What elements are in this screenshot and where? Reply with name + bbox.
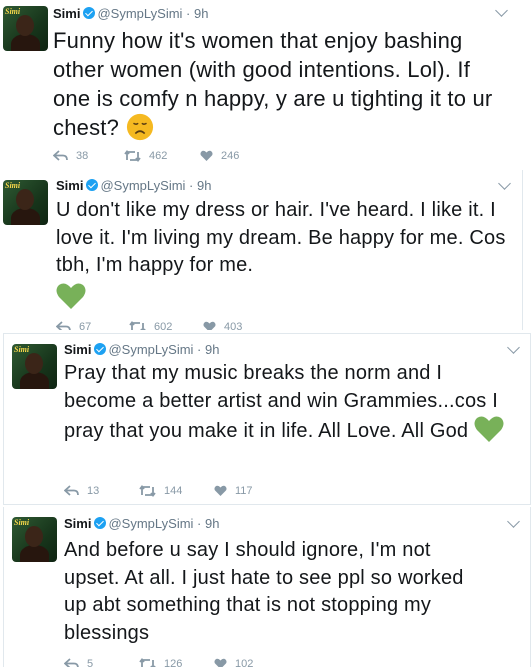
retweet-icon xyxy=(139,658,156,667)
chevron-down-icon[interactable] xyxy=(507,515,520,528)
like-count: 403 xyxy=(224,321,243,330)
tweet-card[interactable]: Simi Simi @SympLySimi · 9h And before u s… xyxy=(3,507,531,667)
avatar-label: Simi xyxy=(14,518,30,527)
retweet-icon xyxy=(129,321,146,330)
reply-count: 5 xyxy=(87,658,94,667)
verified-badge-icon xyxy=(86,179,99,191)
timestamp[interactable]: 9h xyxy=(197,178,211,193)
avatar-label: Simi xyxy=(14,345,30,354)
avatar[interactable]: Simi xyxy=(3,180,48,225)
reply-icon xyxy=(63,485,79,496)
retweet-count: 602 xyxy=(154,321,173,330)
avatar[interactable]: Simi xyxy=(3,6,48,51)
tweet-card[interactable]: Simi Simi @SympLySimi · 9h Pray that my m… xyxy=(3,333,531,505)
retweet-count: 144 xyxy=(164,485,183,497)
verified-badge-icon xyxy=(94,517,107,529)
retweet-button[interactable]: 602 xyxy=(129,320,172,330)
verified-badge-icon xyxy=(94,343,107,355)
reply-button[interactable]: 13 xyxy=(63,484,100,498)
separator: · xyxy=(186,6,191,21)
tweet-card[interactable]: Simi Simi @SympLySimi · 9h U don't like m… xyxy=(0,170,523,330)
heart-icon xyxy=(214,658,227,667)
author-name[interactable]: Simi xyxy=(53,6,80,21)
heart-icon xyxy=(203,321,216,330)
retweet-icon xyxy=(139,485,156,497)
separator: · xyxy=(189,178,194,193)
reply-button[interactable]: 38 xyxy=(52,149,89,163)
tweet-card[interactable]: Simi Simi @SympLySimi · 9h Funny how it's… xyxy=(0,0,520,168)
avatar[interactable]: Simi xyxy=(12,344,57,389)
reply-icon xyxy=(52,150,68,161)
retweet-count: 126 xyxy=(164,658,183,667)
avatar[interactable]: Simi xyxy=(12,517,57,562)
author-name[interactable]: Simi xyxy=(64,342,91,357)
reply-count: 67 xyxy=(79,321,92,330)
tweet-text: Pray that my music breaks the norm and I… xyxy=(64,362,499,442)
tweet-text: Funny how it's women that enjoy bashing … xyxy=(53,28,493,140)
author-handle[interactable]: @SympLySimi xyxy=(108,342,193,357)
green-heart-emoji xyxy=(474,416,504,442)
chevron-down-icon[interactable] xyxy=(495,4,508,17)
tweet-text: U don't like my dress or hair. I've hear… xyxy=(56,199,506,276)
green-heart-emoji xyxy=(56,283,86,309)
reply-icon xyxy=(63,658,79,667)
like-count: 117 xyxy=(235,485,253,497)
reply-count: 13 xyxy=(87,485,100,497)
retweet-count: 462 xyxy=(149,150,168,162)
timestamp[interactable]: 9h xyxy=(205,342,219,357)
like-count: 246 xyxy=(221,150,240,162)
separator: · xyxy=(197,516,202,531)
retweet-button[interactable]: 144 xyxy=(139,484,182,498)
like-button[interactable]: 102 xyxy=(214,657,253,667)
author-name[interactable]: Simi xyxy=(56,178,83,193)
like-button[interactable]: 117 xyxy=(214,484,253,498)
verified-badge-icon xyxy=(83,7,96,19)
like-button[interactable]: 246 xyxy=(200,149,239,163)
separator: · xyxy=(197,342,202,357)
like-count: 102 xyxy=(235,658,254,667)
timestamp[interactable]: 9h xyxy=(205,516,219,531)
retweet-icon xyxy=(124,150,141,162)
like-button[interactable]: 403 xyxy=(203,320,242,330)
author-handle[interactable]: @SympLySimi xyxy=(108,516,193,531)
reply-button[interactable]: 5 xyxy=(63,657,94,667)
author-name[interactable]: Simi xyxy=(64,516,91,531)
retweet-button[interactable]: 126 xyxy=(139,657,182,667)
author-handle[interactable]: @SympLySimi xyxy=(97,6,182,21)
heart-icon xyxy=(200,150,213,161)
reply-count: 38 xyxy=(76,150,89,162)
tweet-text: And before u say I should ignore, I'm no… xyxy=(64,539,464,644)
chevron-down-icon[interactable] xyxy=(507,341,520,354)
author-handle[interactable]: @SympLySimi xyxy=(100,178,185,193)
chevron-down-icon[interactable] xyxy=(498,177,511,190)
avatar-label: Simi xyxy=(5,181,21,190)
heart-icon xyxy=(214,485,227,496)
timestamp[interactable]: 9h xyxy=(194,6,208,21)
disappointed-face-emoji xyxy=(127,113,154,141)
avatar-label: Simi xyxy=(5,7,21,16)
reply-icon xyxy=(55,321,71,330)
retweet-button[interactable]: 462 xyxy=(124,149,167,163)
reply-button[interactable]: 67 xyxy=(55,320,92,330)
